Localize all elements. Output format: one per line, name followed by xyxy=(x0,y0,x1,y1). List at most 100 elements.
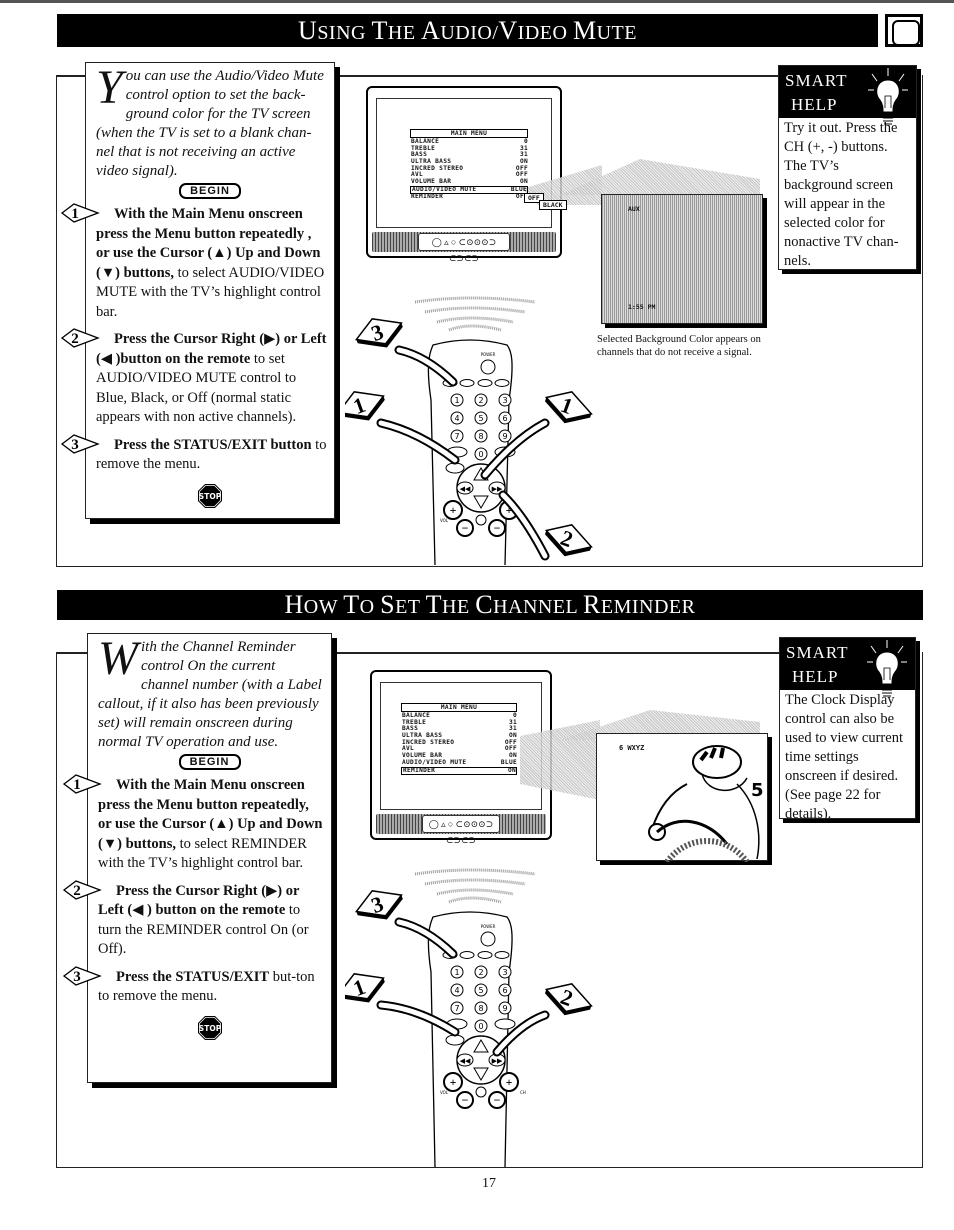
menu-button xyxy=(445,462,465,474)
number-key-label: 6 xyxy=(502,986,507,995)
minus-icon: − xyxy=(462,1093,469,1107)
step-1: 1 With the Main Menu onscreen press the M… xyxy=(60,203,334,322)
signal-wave-icon xyxy=(414,296,536,304)
signal-wave-icon xyxy=(448,896,502,904)
menu-row-label: REMINDER xyxy=(403,766,436,774)
number-key-label: 3 xyxy=(502,968,507,977)
mute-button xyxy=(475,1086,487,1098)
menu-row-label: REMINDER xyxy=(411,192,444,200)
svg-text:1: 1 xyxy=(73,777,81,793)
menu-row-value: BLUE xyxy=(510,185,527,193)
menu-row-label: AUDIO/VIDEO MUTE xyxy=(412,185,477,193)
signal-wave-icon xyxy=(436,888,514,896)
step-1: 1 With the Main Menu onscreen press the M… xyxy=(62,774,331,874)
tv-main-menu: MAIN MENU BALANCE 0 TREBLE 31 BASS 31 ULTRA BAS… xyxy=(410,129,528,201)
step-instruction: Press the STATUS/EXIT xyxy=(116,968,270,985)
smart-help-text: The Clock Display control can also be us… xyxy=(785,692,903,822)
stop-sign-icon: STOP xyxy=(197,1015,222,1040)
plus-icon: + xyxy=(506,1075,513,1089)
page-number: 17 xyxy=(482,1176,496,1191)
frame-rule xyxy=(336,75,778,77)
drop-cap: Y xyxy=(96,61,123,114)
cyclist-image: 5 xyxy=(648,745,764,862)
menu-row: REMINDER OFF xyxy=(410,192,528,201)
svg-text:STOP: STOP xyxy=(198,1024,221,1033)
number-key-label: 9 xyxy=(502,1004,507,1013)
menu-row-value: BLUE xyxy=(500,758,517,766)
function-button xyxy=(494,379,510,387)
step-number-badge: 1 xyxy=(60,202,100,224)
step-3: 3 Press the STATUS/EXIT button to remove … xyxy=(60,433,334,475)
menu-row-label: VOLUME BAR xyxy=(411,178,452,186)
begin-badge: BEGIN xyxy=(178,754,241,770)
tv-screen-static: AUX 1:55 PM xyxy=(601,194,763,324)
number-key-label: 3 xyxy=(502,396,507,405)
menu-title: MAIN MENU xyxy=(410,129,528,138)
rewind-icon: ◀◀ xyxy=(460,485,471,493)
step-3: 3 Press the STATUS/EXIT but-ton to remove… xyxy=(62,965,331,1007)
number-key-label: 4 xyxy=(454,414,459,423)
menu-row: REMINDER ON xyxy=(401,766,517,775)
menu-button xyxy=(445,1034,465,1046)
number-key-label: 0 xyxy=(478,450,483,459)
step-number-badge: 3 xyxy=(60,433,100,455)
step-number-badge: 2 xyxy=(62,879,102,901)
smart-button xyxy=(494,1018,516,1030)
function-button xyxy=(459,379,475,387)
tv-screen-picture: 6 WXYZ 5 xyxy=(596,733,768,862)
remote-illustration: POWER1 2 34 5 67 8 90◀◀ ▶▶+ +− −VOL CH31 2 xyxy=(345,868,593,1167)
number-key-label: 2 xyxy=(478,396,483,405)
input-label: AUX xyxy=(628,205,640,213)
lightbulb-icon xyxy=(868,68,908,125)
mute-button xyxy=(475,514,487,526)
vol-label: VOL xyxy=(440,518,449,523)
section-title-bar: How to Set the Channel Reminder xyxy=(57,590,923,620)
number-key-label: 6 xyxy=(502,414,507,423)
number-key-label: 0 xyxy=(478,1022,483,1031)
menu-row: TREBLE 31 xyxy=(410,145,528,153)
tv-icon xyxy=(885,14,923,47)
smart-help-header: Smart Help xyxy=(780,638,915,697)
menu-row-value: ON xyxy=(507,766,516,774)
menu-row: AUDIO/VIDEO MUTE BLUE xyxy=(401,758,517,767)
menu-row: TREBLE 31 xyxy=(401,719,517,727)
number-key-label: 9 xyxy=(502,432,507,441)
minus-icon: − xyxy=(494,521,501,535)
menu-row-value: ON xyxy=(519,178,528,186)
step-number-badge: 3 xyxy=(62,965,102,987)
number-key-label: 8 xyxy=(478,1004,483,1013)
smart-help-box: Smart Help The Clock Display control can… xyxy=(779,637,916,822)
section-title: Using the Audio/Video Mute xyxy=(298,16,637,45)
function-button xyxy=(477,379,493,387)
steps-list: 1 With the Main Menu onscreen press the M… xyxy=(60,203,334,509)
number-key-label: 8 xyxy=(478,432,483,441)
menu-row: INCRED STEREO OFF xyxy=(410,165,528,173)
signal-wave-icon xyxy=(424,306,526,314)
power-button xyxy=(480,931,496,947)
signal-wave-icon xyxy=(424,878,526,886)
clock-label: 1:55 PM xyxy=(628,303,656,311)
step-number-badge: 1 xyxy=(62,773,102,795)
menu-row-label: AUDIO/VIDEO MUTE xyxy=(402,758,467,766)
signal-wave-icon xyxy=(436,316,514,324)
intro-text: ou can use the Audio/Video Mute control … xyxy=(96,68,324,179)
plus-icon: + xyxy=(450,503,457,517)
number-key-label: 7 xyxy=(454,1004,459,1013)
svg-text:2: 2 xyxy=(71,331,79,347)
top-rule xyxy=(0,0,954,3)
number-key-label: 1 xyxy=(454,968,459,977)
fast-forward-icon: ▶▶ xyxy=(492,1057,503,1065)
menu-row: INCRED STEREO OFF xyxy=(401,739,517,747)
tv-main-menu: MAIN MENU BALANCE 0 TREBLE 31 BASS 31 ULTRA BAS… xyxy=(401,703,517,775)
signal-wave-icon xyxy=(414,868,536,876)
smart-help-text: Try it out. Press the CH (+, -) buttons.… xyxy=(784,120,899,269)
section-title-bar: Using the Audio/Video Mute xyxy=(57,14,878,47)
plus-icon: + xyxy=(450,1075,457,1089)
power-button xyxy=(480,359,496,375)
menu-title: MAIN MENU xyxy=(401,703,517,712)
step-2: 2 Press the Cursor Right (▶) or Left (◀ )… xyxy=(60,328,334,428)
menu-option-popup: BLACK xyxy=(539,200,567,210)
intro-paragraph: W ith the Channel Reminder control On th… xyxy=(88,634,331,752)
intro-paragraph: Y ou can use the Audio/Video Mute contro… xyxy=(86,63,334,181)
svg-text:1: 1 xyxy=(71,206,79,222)
